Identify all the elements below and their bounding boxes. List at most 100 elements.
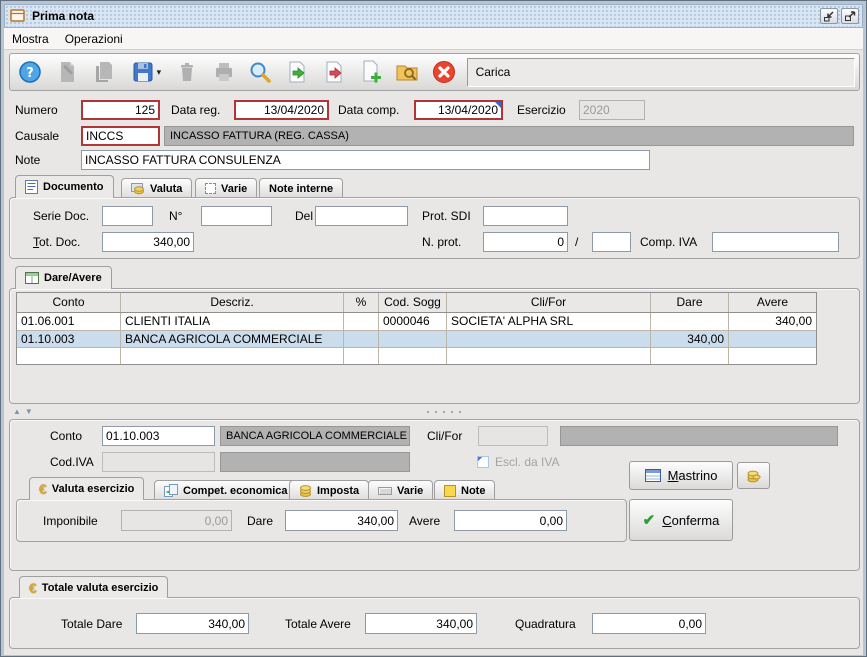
cod-iva-field [102,452,215,472]
maximize-button[interactable] [841,8,859,24]
save-icon[interactable]: ▾ [126,57,164,87]
n-prot-field[interactable] [483,232,568,252]
menu-operazioni[interactable]: Operazioni [57,32,131,46]
table-row[interactable]: 01.06.001 CLIENTI ITALIA 0000046 SOCIETA… [17,313,816,330]
esercizio-field [579,100,645,120]
tab-note-interne[interactable]: Note interne [259,178,344,198]
esercizio-label: Esercizio [517,103,566,117]
cell-avere: 340,00 [775,314,812,328]
data-reg-field[interactable] [234,100,329,120]
col-avere[interactable]: Avere [729,293,816,312]
tab-valuta[interactable]: Valuta [121,178,193,198]
cell-dare [651,313,729,330]
table-header: Conto Descriz. % Cod. Sogg Cli/For Dare … [17,293,816,313]
coins-button[interactable] [737,462,770,489]
note-field[interactable] [81,150,650,170]
cancel-icon[interactable] [430,57,459,87]
euro-icon: € [29,579,37,596]
help-icon[interactable]: ? [16,57,45,87]
numero-doc-field[interactable] [201,206,272,226]
del-field[interactable] [315,206,408,226]
col-descriz[interactable]: Descriz. [121,293,344,312]
tab-compet-economica[interactable]: Compet. economica [154,480,298,500]
comp-iva-field[interactable] [712,232,839,252]
tab-note-detail[interactable]: Note [434,480,496,500]
euro-icon: € [39,481,47,497]
new-document-icon[interactable] [356,57,385,87]
data-comp-label: Data comp. [338,103,400,117]
cell-dare: 340,00 [651,331,729,347]
causale-field[interactable] [81,126,160,146]
n-prot2-field[interactable] [592,232,631,252]
comp-iva-label: Comp. IVA [640,235,698,249]
cell-cli-for: SOCIETA' ALPHA SRL [447,313,651,330]
tot-doc-field[interactable] [102,232,194,252]
cell-dare [651,348,729,364]
detail-conto-desc: BANCA AGRICOLA COMMERCIALE [220,426,410,446]
escl-iva-label: Escl. da IVA [495,455,560,469]
tab-varie-detail[interactable]: Varie [368,480,434,500]
iconify-button[interactable] [820,8,838,24]
tab-valuta-esercizio[interactable]: € Valuta esercizio [29,477,145,500]
totale-avere-label: Totale Avere [285,617,351,631]
coins-icon [747,470,761,483]
tab-dare-avere[interactable]: Dare/Avere [15,266,112,289]
imponibile-label: Imponibile [43,514,98,528]
detail-avere-field[interactable] [454,510,567,531]
table-icon [25,272,39,284]
window-controls [820,8,859,24]
conferma-button[interactable]: ✔ Conferma [629,499,733,541]
cell-conto [17,348,121,364]
dare-avere-table: Conto Descriz. % Cod. Sogg Cli/For Dare … [16,292,817,365]
mastrino-button[interactable]: Mastrino [629,461,733,490]
col-cli-for[interactable]: Cli/For [447,293,651,312]
search-archive-icon[interactable] [393,57,422,87]
cell-pct [344,348,379,364]
prot-sdi-field[interactable] [483,206,568,226]
col-cod-sogg[interactable]: Cod. Sogg [379,293,447,312]
cell-cod-sogg: 0000046 [379,313,447,330]
data-comp-field[interactable] [414,100,503,120]
col-pct[interactable]: % [344,293,379,312]
detail-clifor-label: Cli/For [427,429,463,443]
cell-cod-sogg [379,348,447,364]
split-up-icon[interactable]: ▲ [13,408,21,416]
menu-mostra[interactable]: Mostra [4,32,57,46]
conferma-button-label: Conferma [662,512,720,528]
pages-icon [164,484,178,497]
tab-varie[interactable]: Varie [195,178,258,198]
coins-icon [300,485,311,497]
col-dare[interactable]: Dare [651,293,729,312]
tab-imposta[interactable]: Imposta [289,480,370,500]
tab-dare-avere-label: Dare/Avere [44,272,102,284]
titlebar[interactable]: Prima nota [4,4,863,28]
totale-avere-field[interactable] [365,613,477,634]
grid-panel: Conto Descriz. % Cod. Sogg Cli/For Dare … [9,288,860,404]
tab-documento[interactable]: Documento [15,175,114,198]
import-document-icon[interactable] [283,57,312,87]
save-dropdown-icon[interactable]: ▾ [157,67,162,78]
split-down-icon[interactable]: ▼ [25,408,33,416]
cod-iva-label: Cod.IVA [50,455,94,469]
numero-field[interactable] [81,100,160,120]
table-row-selected[interactable]: 01.10.003 BANCA AGRICOLA COMMERCIALE 340… [17,330,816,347]
detail-conto-label: Conto [50,429,83,443]
split-handle[interactable]: ▲ ▼ [9,406,860,418]
valuta-esercizio-panel: Imponibile Dare Avere [16,499,627,542]
detail-dare-field[interactable] [285,510,398,531]
quadratura-field[interactable] [592,613,706,634]
toolbar: ? ▾ Carica [9,53,860,91]
causale-label: Causale [15,129,60,143]
cell-descriz [121,348,344,364]
document-icon [25,180,38,194]
serie-doc-field[interactable] [102,206,153,226]
table-row[interactable] [17,347,816,364]
svg-text:?: ? [27,66,35,81]
export-document-icon[interactable] [320,57,349,87]
search-icon[interactable] [246,57,275,87]
totale-dare-field[interactable] [136,613,249,634]
col-conto[interactable]: Conto [17,293,121,312]
tab-totale-valuta-esercizio[interactable]: € Totale valuta esercizio [19,576,169,598]
mastrino-table-icon [644,469,661,482]
detail-conto-field[interactable] [102,426,215,446]
